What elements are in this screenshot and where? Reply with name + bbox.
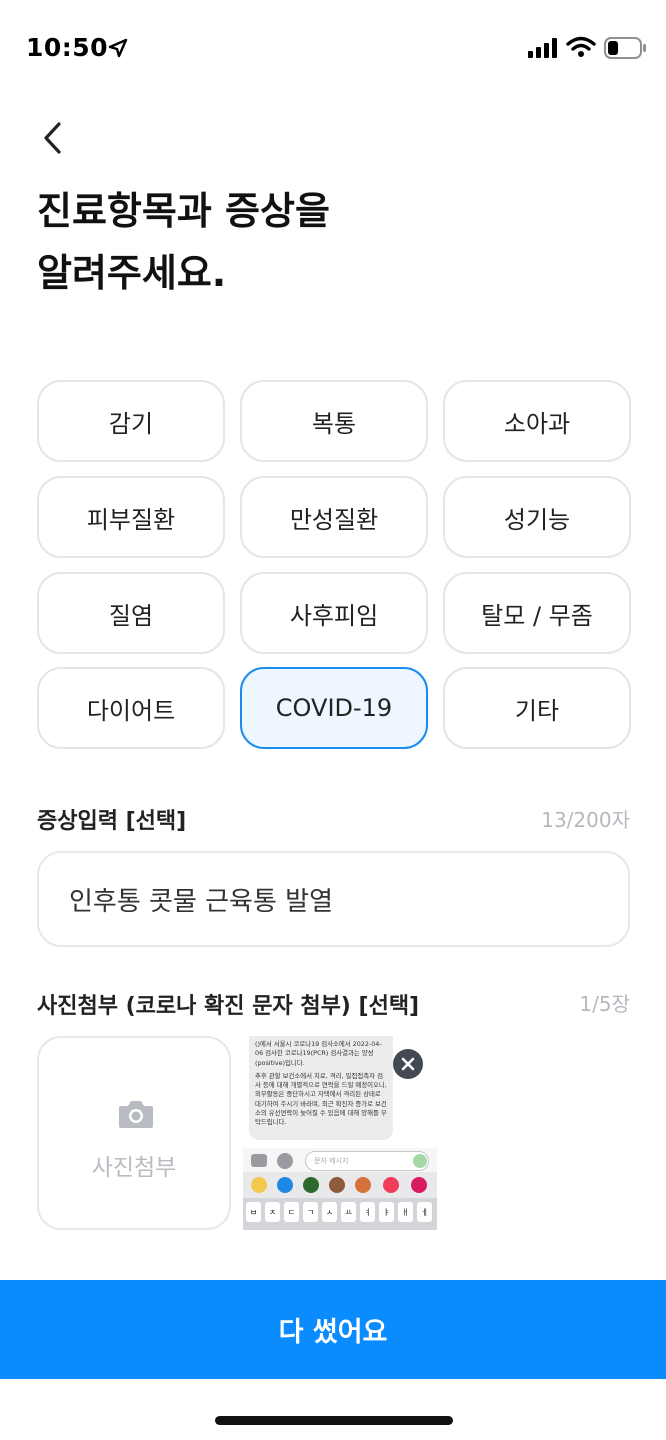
cellular-signal-icon <box>528 38 557 58</box>
key: ㄱ <box>303 1202 318 1222</box>
category-chip-diet[interactable]: 다이어트 <box>37 667 225 749</box>
heart-app-icon <box>411 1177 427 1193</box>
appstore-app-icon <box>277 1177 293 1193</box>
category-chip-sexual-function[interactable]: 성기능 <box>443 476 631 558</box>
page-title: 진료항목과 증상을 알려주세요. <box>37 180 637 304</box>
thumbnail-message-bubble: ()에서 서울시 코로나19 검사소에서 2022-04-06 검사한 코로나1… <box>249 1036 393 1140</box>
category-chip-hair-loss[interactable]: 탈모 / 무좀 <box>443 572 631 654</box>
thumbnail-text-2: 추후 관할 보건소에서 치료, 격리, 밀접접촉자 검사 등에 대해 개별적으로… <box>255 1071 387 1127</box>
category-chip-skin[interactable]: 피부질환 <box>37 476 225 558</box>
photos-app-icon <box>251 1177 267 1193</box>
symptom-label: 증상입력 [선택] <box>37 809 187 834</box>
thumbnail-appstore-icon <box>277 1153 293 1169</box>
category-chip-stomachache[interactable]: 복통 <box>240 380 428 462</box>
back-button[interactable] <box>30 114 78 162</box>
status-bar: 10:50 <box>0 0 666 96</box>
key: ㅕ <box>360 1202 375 1222</box>
add-photo-label: 사진첨부 <box>91 1155 177 1181</box>
page-title-line-1: 진료항목과 증상을 <box>37 189 330 233</box>
wifi-icon <box>566 36 596 57</box>
submit-button-label: 다 썼어요 <box>278 1317 388 1348</box>
submit-button[interactable]: 다 썼어요 <box>0 1280 666 1379</box>
home-indicator <box>215 1416 453 1425</box>
key: ㅂ <box>246 1202 261 1222</box>
add-photo-button[interactable]: 사진첨부 <box>37 1036 231 1230</box>
photo-label: 사진첨부 (코로나 확진 문자 첨부) [선택] <box>37 994 420 1019</box>
key: ㅛ <box>341 1202 356 1222</box>
thumbnail-input-placeholder: 문자 메시지 <box>314 1157 349 1165</box>
key: ㅔ <box>417 1202 432 1222</box>
symptom-input[interactable]: 인후통 콧물 근육통 발열 <box>37 851 630 947</box>
thumbnail-camera-icon <box>251 1154 267 1167</box>
symptom-input-value: 인후통 콧물 근육통 발열 <box>69 886 333 917</box>
animoji-icon <box>355 1177 371 1193</box>
remove-photo-button[interactable] <box>393 1049 423 1079</box>
battery-icon <box>604 37 646 59</box>
category-chip-emergency-contraception[interactable]: 사후피임 <box>240 572 428 654</box>
symptom-char-counter: 13/200자 <box>541 808 630 832</box>
thumbnail-send-icon <box>413 1154 427 1168</box>
status-time: 10:50 <box>26 33 109 62</box>
camera-icon <box>119 1101 153 1128</box>
key: ㅑ <box>379 1202 394 1222</box>
close-icon <box>401 1057 415 1071</box>
thumbnail-keyboard: ㅂ ㅈ ㄷ ㄱ ㅅ ㅛ ㅕ ㅑ ㅐ ㅔ <box>243 1198 437 1230</box>
location-arrow-icon <box>108 38 128 58</box>
category-chip-other[interactable]: 기타 <box>443 667 631 749</box>
activity-app-icon <box>303 1177 319 1193</box>
category-chip-covid19[interactable]: COVID-19 <box>240 667 428 749</box>
key: ㅐ <box>398 1202 413 1222</box>
thumbnail-app-row <box>243 1172 437 1198</box>
category-chip-cold[interactable]: 감기 <box>37 380 225 462</box>
key: ㄷ <box>284 1202 299 1222</box>
page-title-line-2: 알려주세요. <box>37 251 227 295</box>
music-app-icon <box>383 1177 399 1193</box>
category-chip-vaginitis[interactable]: 질염 <box>37 572 225 654</box>
chevron-left-icon <box>44 122 61 154</box>
key: ㅈ <box>265 1202 280 1222</box>
category-chip-pediatrics[interactable]: 소아과 <box>443 380 631 462</box>
key: ㅅ <box>322 1202 337 1222</box>
thumbnail-text-1: ()에서 서울시 코로나19 검사소에서 2022-04-06 검사한 코로나1… <box>255 1040 382 1067</box>
thumbnail-message-input: 문자 메시지 <box>305 1151 429 1171</box>
photo-counter: 1/5장 <box>579 992 630 1016</box>
category-chip-chronic[interactable]: 만성질환 <box>240 476 428 558</box>
memoji-icon <box>329 1177 345 1193</box>
thumbnail-toolbar: 문자 메시지 <box>243 1148 437 1174</box>
